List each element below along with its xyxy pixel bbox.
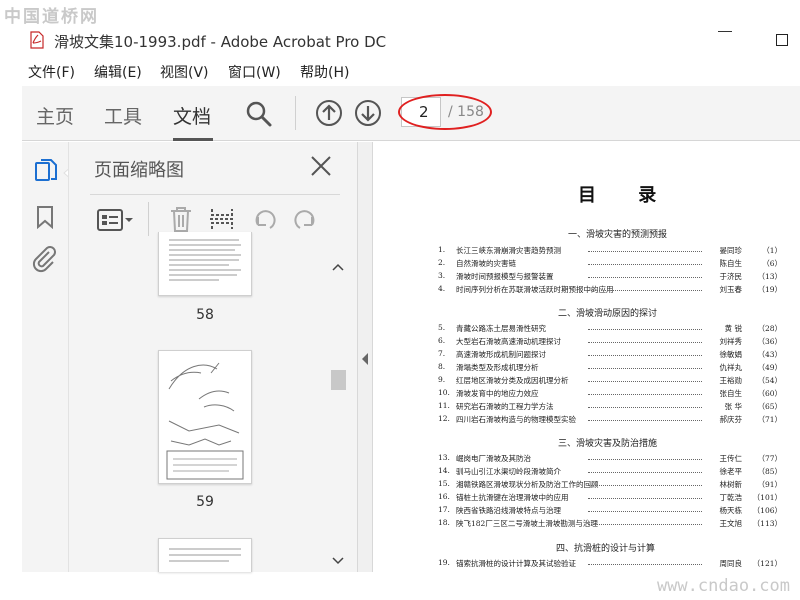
toc-entry: 12. 四川岩石滑坡构造与的物理模型实验 郝庆芬 （71） — [438, 414, 782, 424]
section-heading: 三、滑坡灾害及防治措施 — [558, 439, 658, 449]
panel-separator — [148, 202, 149, 236]
page-thumbnail[interactable] — [158, 538, 252, 572]
toc-entry: 1. 长江三峡东滑崩滑灾害趋势预测 晏同珍 （1） — [438, 245, 782, 255]
thumbnail-content — [169, 239, 241, 281]
thumbnail-scrollbar[interactable] — [330, 256, 347, 572]
thumbnail-page-number: 58 — [196, 307, 214, 323]
toc-entry: 18. 陕飞182厂三区二号滑坡土滑坡勘测与治理 王文旭 （113） — [438, 518, 782, 528]
page-thumbnail[interactable] — [158, 232, 252, 296]
toc-entry: 3. 滑坡时间预报模型与报警装置 于济民 （13） — [438, 271, 782, 281]
pdf-file-icon — [30, 31, 44, 49]
rotate-right-icon[interactable] — [292, 205, 320, 233]
tab-tools[interactable]: 工具 — [104, 102, 142, 129]
toc-entry: 14. 驯马山引江水渠切岭段滑坡简介 徐老平 （85） — [438, 466, 782, 476]
collapse-arrow-icon[interactable] — [360, 352, 370, 366]
close-icon[interactable] — [308, 153, 334, 179]
section-heading: 一、滑坡灾害的预测预报 — [568, 230, 668, 240]
menu-help[interactable]: 帮助(H) — [300, 62, 349, 82]
thumbnail-content — [166, 362, 244, 480]
minimize-button[interactable] — [718, 31, 732, 32]
toolbar-separator — [295, 96, 296, 130]
toc-entry: 15. 湘赣铁路区滑坡现状分析及防治工作的回顾 林树新 （91） — [438, 479, 782, 489]
toc-entry: 8. 滑塌类型及形成机理分析 仇祥丸 （49） — [438, 362, 782, 372]
toc-entry: 5. 青藏公路冻土层易滑性研究黄 锐（28） — [438, 323, 782, 333]
rotate-left-icon[interactable] — [250, 205, 278, 233]
menu-window[interactable]: 窗口(W) — [228, 62, 281, 82]
toc-entry: 11. 研究岩石滑坡的工程力学方法张 华（65） — [438, 401, 782, 411]
tab-home[interactable]: 主页 — [36, 102, 74, 129]
window-title: 滑坡文集10-1993.pdf - Adobe Acrobat Pro DC — [54, 33, 387, 51]
toc-entry: 2. 自然滑坡的灾害链 陈自生 （6） — [438, 258, 782, 268]
next-page-icon[interactable] — [354, 99, 382, 127]
toc-entry: 7. 高速滑坡形成机制问题探讨 徐敏娟 （43） — [438, 349, 782, 359]
highlight-annotation-oval — [398, 94, 492, 130]
document-heading: 目 录 — [578, 185, 675, 206]
thumbnail-options-icon[interactable] — [96, 207, 134, 233]
thumbnail-content — [169, 548, 241, 562]
toc-entry: 4. 时间序列分析在苏联滑坡活跃时期预报中的应用 刘玉春 （19） — [438, 284, 782, 294]
toc-entry: 19. 锚索抗滑桩的设计计算及其试验验证 周同良 （121） — [438, 558, 782, 568]
toc-entry: 9. 红层地区滑坡分类及成因机理分析 王裕勋 （54） — [438, 375, 782, 385]
toc-entry: 10. 滑坡发育中的地应力效应 张自生 （60） — [438, 388, 782, 398]
previous-page-icon[interactable] — [315, 99, 343, 127]
maximize-button[interactable] — [776, 34, 788, 46]
toc-entry: 13. 崛岗电厂滑坡及其防治 王传仁 （77） — [438, 453, 782, 463]
page-thumbnail[interactable] — [158, 350, 252, 484]
delete-page-icon[interactable] — [168, 205, 194, 233]
panel-divider — [90, 194, 340, 195]
active-tab-indicator — [173, 138, 213, 141]
extract-page-icon[interactable] — [208, 205, 236, 233]
thumbnail-page-number: 59 — [196, 494, 214, 510]
panel-title: 页面缩略图 — [94, 160, 184, 181]
menu-edit[interactable]: 编辑(E) — [94, 62, 142, 82]
toc-entry: 16. 锚桩土抗滑键在治理滑坡中的应用 丁乾浩 （101） — [438, 492, 782, 502]
bookmark-icon[interactable] — [36, 205, 54, 229]
watermark-bottom: www.cndao.com — [656, 576, 790, 596]
section-heading: 四、抗滑桩的设计与计算 — [556, 544, 656, 554]
toc-entry: 17. 陕西省铁路沿线滑坡特点与治理 杨天栋 （106） — [438, 505, 782, 515]
page-thumbnails-icon[interactable] — [34, 158, 58, 184]
section-heading: 二、滑坡滑动原因的探讨 — [558, 309, 658, 319]
toc-entry: 6. 大型岩石滑坡高速滑动机理探讨 刘祥秀 （36） — [438, 336, 782, 346]
menu-file[interactable]: 文件(F) — [28, 62, 75, 82]
menu-view[interactable]: 视图(V) — [160, 62, 209, 82]
search-icon[interactable] — [245, 100, 273, 128]
attachment-icon[interactable] — [32, 244, 56, 274]
tab-document[interactable]: 文档 — [173, 102, 211, 129]
